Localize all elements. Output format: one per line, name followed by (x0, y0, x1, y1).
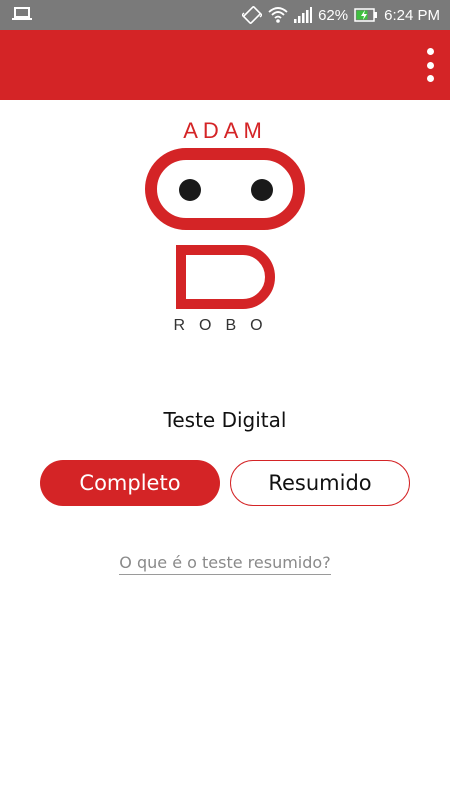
more-vertical-icon[interactable] (422, 48, 438, 82)
complete-test-button[interactable]: Completo (40, 460, 220, 506)
help-link-container: O que é o teste resumido? (0, 553, 450, 575)
page-subtitle: Teste Digital (163, 408, 287, 432)
status-bar: 62% 6:24 PM (0, 0, 450, 30)
clock: 6:24 PM (384, 6, 440, 24)
wifi-icon (268, 7, 288, 23)
app-bar (0, 30, 450, 100)
summary-test-help-link[interactable]: O que é o teste resumido? (119, 553, 331, 575)
logo-bottom-text: ROBO (173, 317, 276, 334)
vibrate-icon (242, 6, 263, 24)
signal-icon (294, 7, 313, 23)
adam-robo-logo: ADAM ROBO (145, 118, 305, 334)
laptop-icon (12, 7, 32, 20)
battery-charging-icon (354, 8, 378, 22)
summary-test-button[interactable]: Resumido (230, 460, 410, 506)
battery-percent: 62% (318, 6, 349, 24)
logo-top-text: ADAM (183, 118, 267, 143)
